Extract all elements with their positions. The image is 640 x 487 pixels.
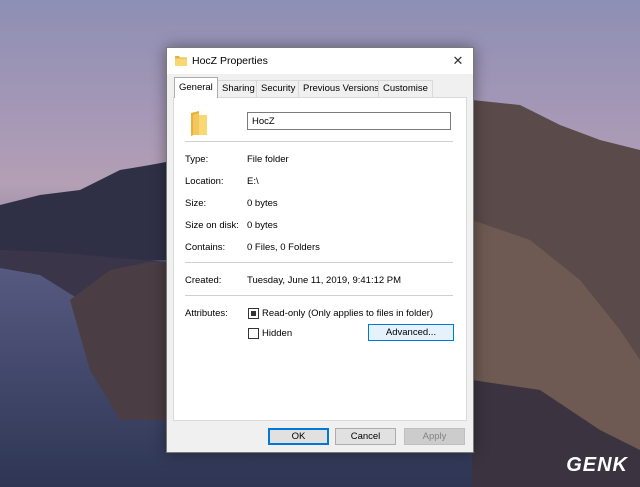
divider [185, 262, 453, 263]
divider [185, 141, 453, 142]
location-value: E:\ [247, 176, 259, 187]
tab-sharing[interactable]: Sharing [217, 80, 260, 97]
readonly-checkbox[interactable] [248, 308, 259, 319]
divider [185, 295, 453, 296]
folder-icon [175, 56, 187, 66]
tab-general[interactable]: General [174, 77, 218, 98]
watermark-logo: GENK [566, 454, 628, 476]
attributes-label: Attributes: [185, 308, 228, 319]
type-label: Type: [185, 154, 209, 165]
window-title: HocZ Properties [192, 55, 268, 67]
readonly-label: Read-only (Only applies to files in fold… [262, 308, 434, 319]
tab-customise[interactable]: Customise [378, 80, 433, 97]
contains-value: 0 Files, 0 Folders [247, 242, 320, 253]
created-label: Created: [185, 275, 222, 286]
title-bar[interactable]: HocZ Properties ✕ [167, 48, 473, 74]
size-on-disk-label: Size on disk: [185, 220, 239, 231]
advanced-button[interactable]: Advanced... [368, 324, 454, 341]
general-tab-panel: Type: File folder Location: E:\ Size: 0 … [173, 97, 467, 421]
hidden-label: Hidden [262, 328, 293, 339]
close-button[interactable]: ✕ [443, 48, 473, 74]
folder-large-icon [191, 111, 207, 136]
size-on-disk-value: 0 bytes [247, 220, 278, 231]
folder-name-input[interactable] [247, 112, 451, 130]
tab-previous-versions[interactable]: Previous Versions [298, 80, 385, 97]
contains-label: Contains: [185, 242, 226, 253]
cancel-button[interactable]: Cancel [335, 428, 396, 445]
created-value: Tuesday, June 11, 2019, 9:41:12 PM [247, 275, 402, 286]
size-value: 0 bytes [247, 198, 278, 209]
hidden-checkbox[interactable] [248, 328, 259, 339]
apply-button[interactable]: Apply [404, 428, 465, 445]
properties-dialog: HocZ Properties ✕ General Sharing Securi… [166, 47, 474, 453]
type-value: File folder [247, 154, 289, 165]
tab-security[interactable]: Security [256, 80, 301, 97]
size-label: Size: [185, 198, 207, 209]
ok-button[interactable]: OK [268, 428, 329, 445]
location-label: Location: [185, 176, 224, 187]
